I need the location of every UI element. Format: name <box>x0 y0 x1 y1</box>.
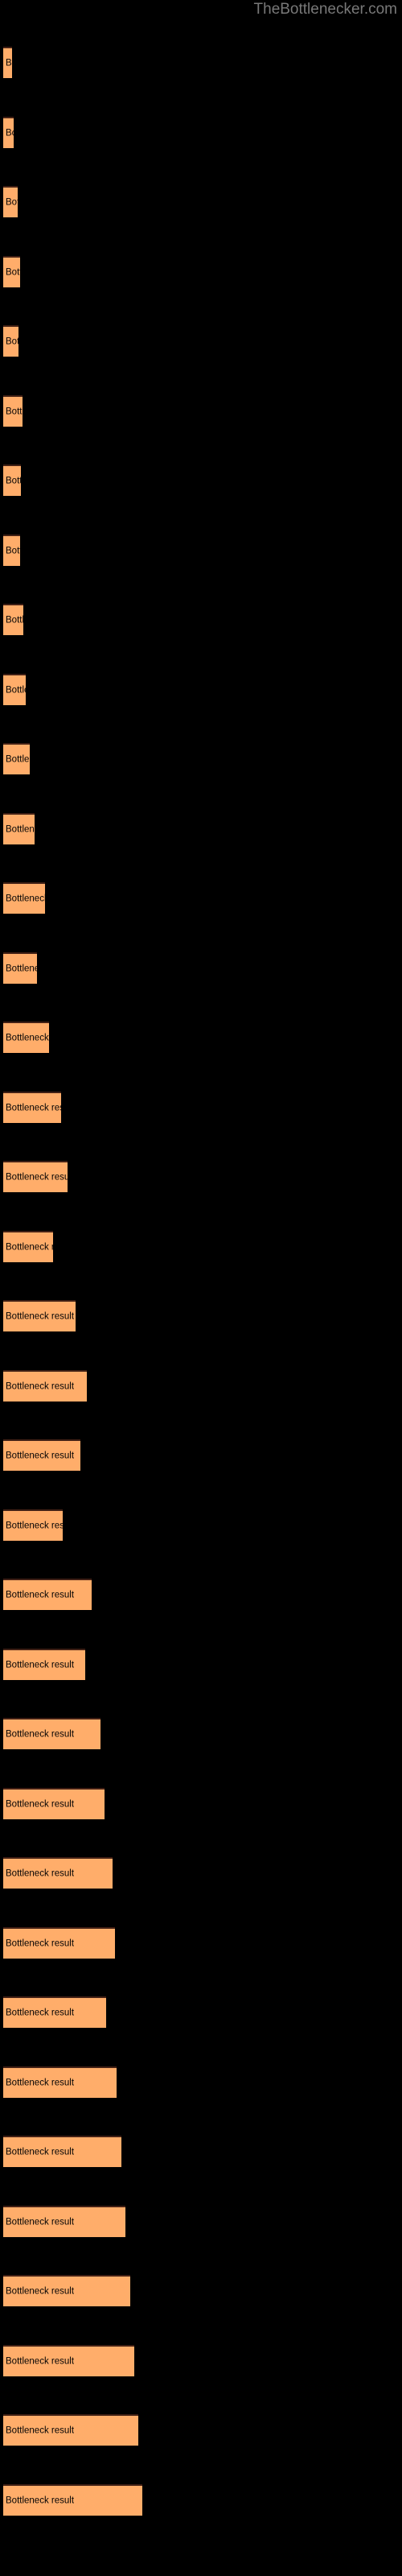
bar-label: Bottleneck result <box>6 1590 75 1600</box>
bar-label: Bottleneck result <box>6 476 21 485</box>
bar: Bottleneck result <box>3 2066 117 2098</box>
bar-label: Bottleneck result <box>6 1868 75 1878</box>
bar: Bottleneck result <box>3 952 37 984</box>
bar: Bottleneck result <box>3 1927 115 1959</box>
bar-label: Bottleneck result <box>6 1381 75 1391</box>
bar: Bottleneck result <box>3 464 21 496</box>
bar-label: Bottleneck result <box>6 1103 61 1113</box>
bar-label: Bottleneck result <box>6 58 12 68</box>
bar: Bottleneck result <box>3 1649 85 1680</box>
bar-label: Bottleneck result <box>6 2008 75 2017</box>
bar-label: Bottleneck result <box>6 1660 75 1670</box>
bottleneck-bar-chart: TheBottlenecker.com Bottleneck result Bot… <box>0 0 402 2576</box>
bar: Bottleneck result <box>3 1022 49 1053</box>
bar-label: Bottleneck result <box>6 2496 75 2505</box>
bar-label: Bottleneck result <box>6 754 30 764</box>
bar: Bottleneck result <box>3 2484 142 2516</box>
bar-label: Bottleneck result <box>6 685 26 695</box>
bar-label: Bottleneck result <box>6 894 45 903</box>
bar-label: Bottleneck result <box>6 128 14 138</box>
bar: Bottleneck result <box>3 2136 121 2167</box>
bar-label: Bottleneck result <box>6 2147 75 2157</box>
bar: Bottleneck result <box>3 1857 113 1889</box>
bar: Bottleneck result <box>3 186 18 217</box>
bar-label: Bottleneck result <box>6 1242 53 1252</box>
bar: Bottleneck result <box>3 813 35 844</box>
bar-label: Bottleneck result <box>6 1521 63 1530</box>
bar: Bottleneck result <box>3 1579 92 1610</box>
bar-label: Bottleneck result <box>6 615 23 625</box>
bar-label: Bottleneck result <box>6 1938 75 1948</box>
bar-label: Bottleneck result <box>6 1172 68 1182</box>
bar-label: Bottleneck result <box>6 2425 75 2435</box>
bar-label: Bottleneck result <box>6 2356 75 2366</box>
bar: Bottleneck result <box>3 882 45 914</box>
bar: Bottleneck result <box>3 1300 76 1331</box>
bar: Bottleneck result <box>3 325 18 357</box>
bar-label: Bottleneck result <box>6 546 20 555</box>
bar-label: Bottleneck result <box>6 2217 75 2227</box>
bar: Bottleneck result <box>3 743 30 774</box>
bar: Bottleneck result <box>3 47 12 78</box>
bar: Bottleneck result <box>3 1509 63 1541</box>
bar-label: Bottleneck result <box>6 197 18 207</box>
bar-label: Bottleneck result <box>6 1451 75 1460</box>
bar-label: Bottleneck result <box>6 1799 75 1809</box>
bar: Bottleneck result <box>3 1370 87 1402</box>
bar-label: Bottleneck result <box>6 964 37 973</box>
bar-label: Bottleneck result <box>6 407 23 416</box>
bar-label: Bottleneck result <box>6 267 20 277</box>
bar: Bottleneck result <box>3 1161 68 1192</box>
bar: Bottleneck result <box>3 2206 125 2237</box>
bar: Bottleneck result <box>3 1231 53 1262</box>
bar: Bottleneck result <box>3 117 14 148</box>
bar: Bottleneck result <box>3 256 20 287</box>
bar: Bottleneck result <box>3 395 23 427</box>
bar-label: Bottleneck result <box>6 2286 75 2296</box>
bar: Bottleneck result <box>3 2414 138 2446</box>
bar-label: Bottleneck result <box>6 1033 49 1042</box>
bar: Bottleneck result <box>3 1996 106 2028</box>
bar: Bottleneck result <box>3 535 20 566</box>
site-watermark: TheBottlenecker.com <box>253 1 397 18</box>
bar-label: Bottleneck result <box>6 2078 75 2087</box>
bar: Bottleneck result <box>3 2275 130 2306</box>
bar: Bottleneck result <box>3 1092 61 1123</box>
bar-label: Bottleneck result <box>6 1729 75 1739</box>
bar: Bottleneck result <box>3 2345 134 2376</box>
bar-label: Bottleneck result <box>6 1311 75 1321</box>
bar: Bottleneck result <box>3 1788 105 1819</box>
bar: Bottleneck result <box>3 604 23 635</box>
bar-label: Bottleneck result <box>6 336 18 346</box>
bar: Bottleneck result <box>3 1439 80 1471</box>
bar-label: Bottleneck result <box>6 824 35 834</box>
bar: Bottleneck result <box>3 674 26 705</box>
bar: Bottleneck result <box>3 1718 100 1749</box>
